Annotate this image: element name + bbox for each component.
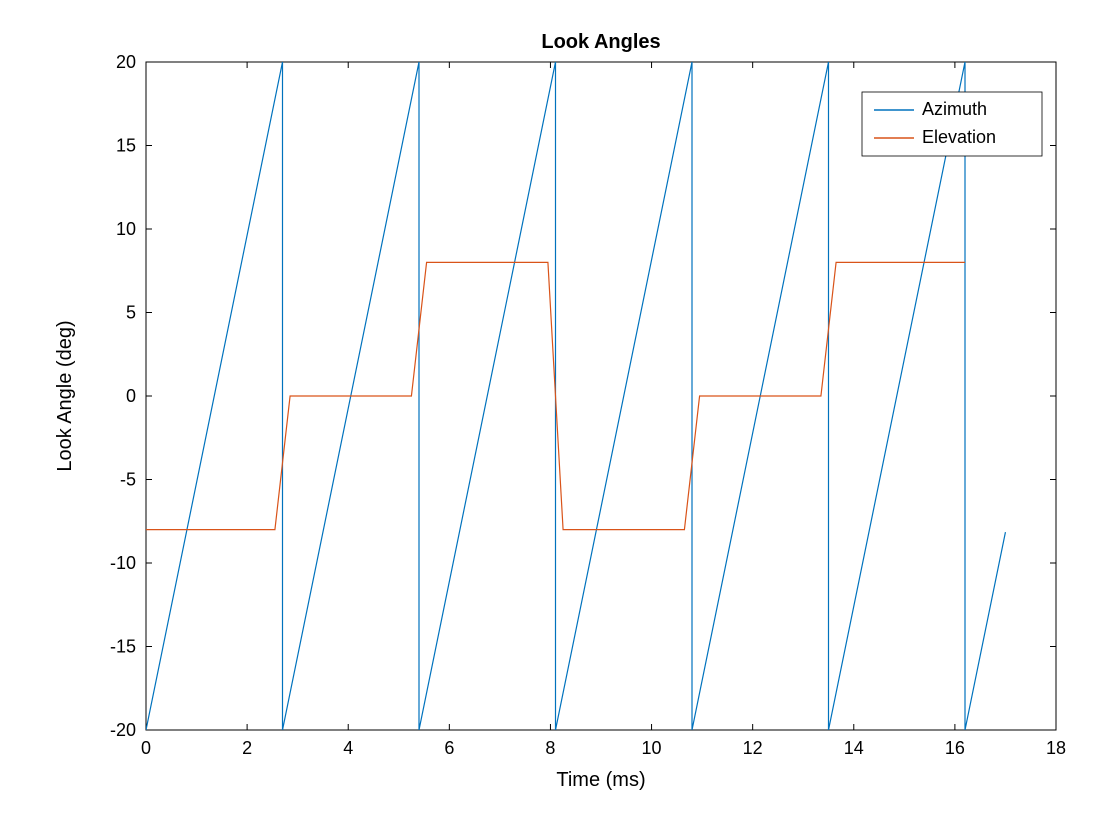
y-axis-label: Look Angle (deg) bbox=[54, 320, 76, 471]
x-tick-label: 6 bbox=[444, 738, 454, 758]
legend-label-azimuth: Azimuth bbox=[922, 99, 987, 119]
legend-label-elevation: Elevation bbox=[922, 127, 996, 147]
y-tick-label: 0 bbox=[126, 386, 136, 406]
x-axis-label: Time (ms) bbox=[556, 769, 645, 791]
x-tick-label: 12 bbox=[743, 738, 763, 758]
x-tick-label: 10 bbox=[642, 738, 662, 758]
y-tick-label: -20 bbox=[110, 720, 136, 740]
y-tick-label: 5 bbox=[126, 303, 136, 323]
x-tick-label: 18 bbox=[1046, 738, 1066, 758]
look-angles-chart: 0 2 4 6 8 10 12 14 16 18 -20 -15 -10 -5 0 5 10 15 20 Look A… bbox=[0, 0, 1120, 840]
x-tick-label: 14 bbox=[844, 738, 864, 758]
y-tick-label: 20 bbox=[116, 52, 136, 72]
chart-title: Look Angles bbox=[541, 31, 660, 53]
y-tick-label: 10 bbox=[116, 219, 136, 239]
y-tick-label: 15 bbox=[116, 136, 136, 156]
x-tick-label: 2 bbox=[242, 738, 252, 758]
y-tick-label: -15 bbox=[110, 637, 136, 657]
x-tick-label: 0 bbox=[141, 738, 151, 758]
x-tick-label: 8 bbox=[545, 738, 555, 758]
x-tick-label: 4 bbox=[343, 738, 353, 758]
y-tick-label: -10 bbox=[110, 553, 136, 573]
x-tick-label: 16 bbox=[945, 738, 965, 758]
y-tick-label: -5 bbox=[120, 470, 136, 490]
